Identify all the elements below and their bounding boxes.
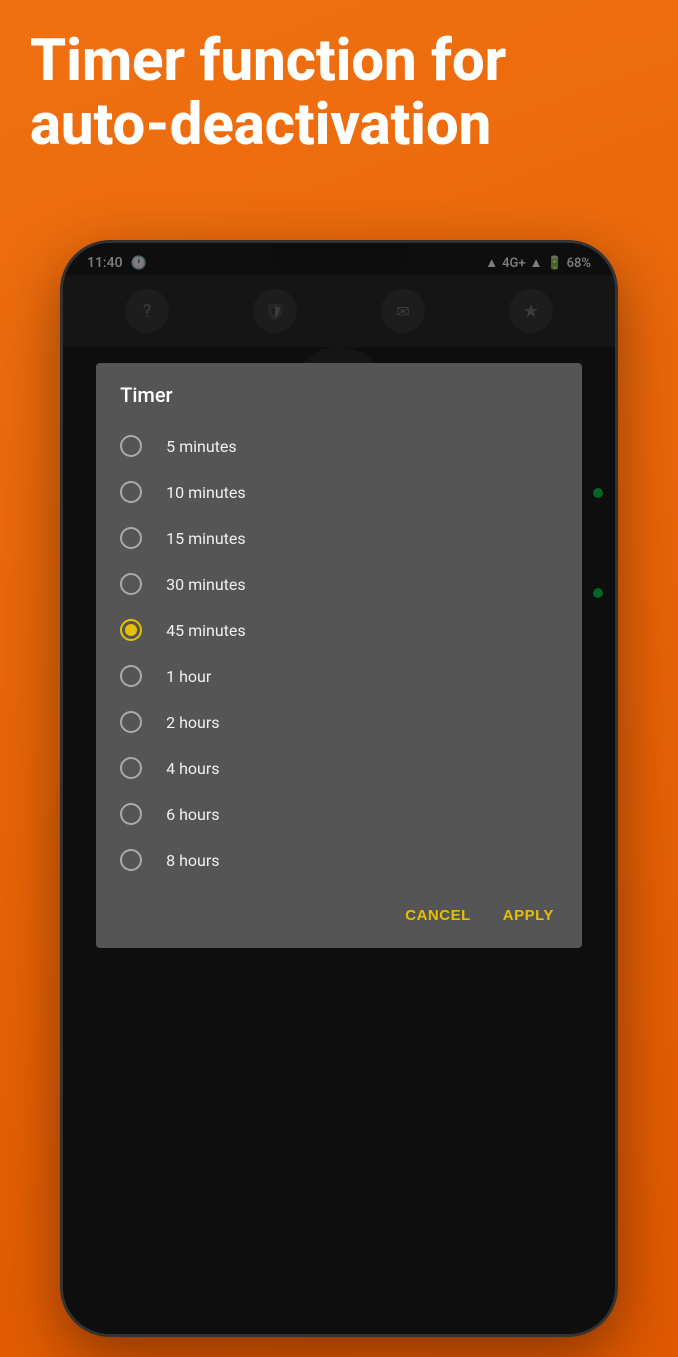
side-button [615,523,618,593]
radio-10-minutes[interactable] [120,481,142,503]
radio-8-hours[interactable] [120,849,142,871]
label-30-minutes: 30 minutes [166,575,246,594]
header-line2: auto-deactivation [30,94,648,158]
option-45-minutes[interactable]: 45 minutes [96,607,582,653]
phone-frame: 11:40 🕐 ▲ 4G+ ▲ 🔋 68% ? 🛡 ✉ ★ [60,240,618,1337]
timer-dialog: Timer 5 minutes 10 minutes [96,363,582,948]
label-1-hour: 1 hour [166,667,211,686]
option-5-minutes[interactable]: 5 minutes [96,423,582,469]
radio-4-hours[interactable] [120,757,142,779]
option-2-hours[interactable]: 2 hours [96,699,582,745]
option-6-hours[interactable]: 6 hours [96,791,582,837]
option-15-minutes[interactable]: 15 minutes [96,515,582,561]
option-4-hours[interactable]: 4 hours [96,745,582,791]
radio-30-minutes[interactable] [120,573,142,595]
apply-button[interactable]: APPLY [491,899,566,932]
label-5-minutes: 5 minutes [166,437,237,456]
cancel-button[interactable]: CANCEL [393,899,483,932]
option-1-hour[interactable]: 1 hour [96,653,582,699]
radio-15-minutes[interactable] [120,527,142,549]
radio-6-hours[interactable] [120,803,142,825]
radio-2-hours[interactable] [120,711,142,733]
radio-1-hour[interactable] [120,665,142,687]
label-6-hours: 6 hours [166,805,219,824]
radio-45-minutes[interactable] [120,619,142,641]
label-4-hours: 4 hours [166,759,219,778]
dialog-options: 5 minutes 10 minutes 15 minutes [96,419,582,887]
label-8-hours: 8 hours [166,851,219,870]
header-text: Timer function for auto-deactivation [30,30,648,158]
label-2-hours: 2 hours [166,713,219,732]
label-15-minutes: 15 minutes [166,529,246,548]
label-10-minutes: 10 minutes [166,483,246,502]
radio-5-minutes[interactable] [120,435,142,457]
radio-45-minutes-fill [125,624,137,636]
option-8-hours[interactable]: 8 hours [96,837,582,883]
label-45-minutes: 45 minutes [166,621,246,640]
dialog-overlay: Timer 5 minutes 10 minutes [63,243,615,1334]
dialog-title: Timer [96,363,582,419]
dialog-buttons: CANCEL APPLY [96,887,582,948]
header-line1: Timer function for [30,30,648,94]
phone-screen: 11:40 🕐 ▲ 4G+ ▲ 🔋 68% ? 🛡 ✉ ★ [63,243,615,1334]
option-30-minutes[interactable]: 30 minutes [96,561,582,607]
option-10-minutes[interactable]: 10 minutes [96,469,582,515]
